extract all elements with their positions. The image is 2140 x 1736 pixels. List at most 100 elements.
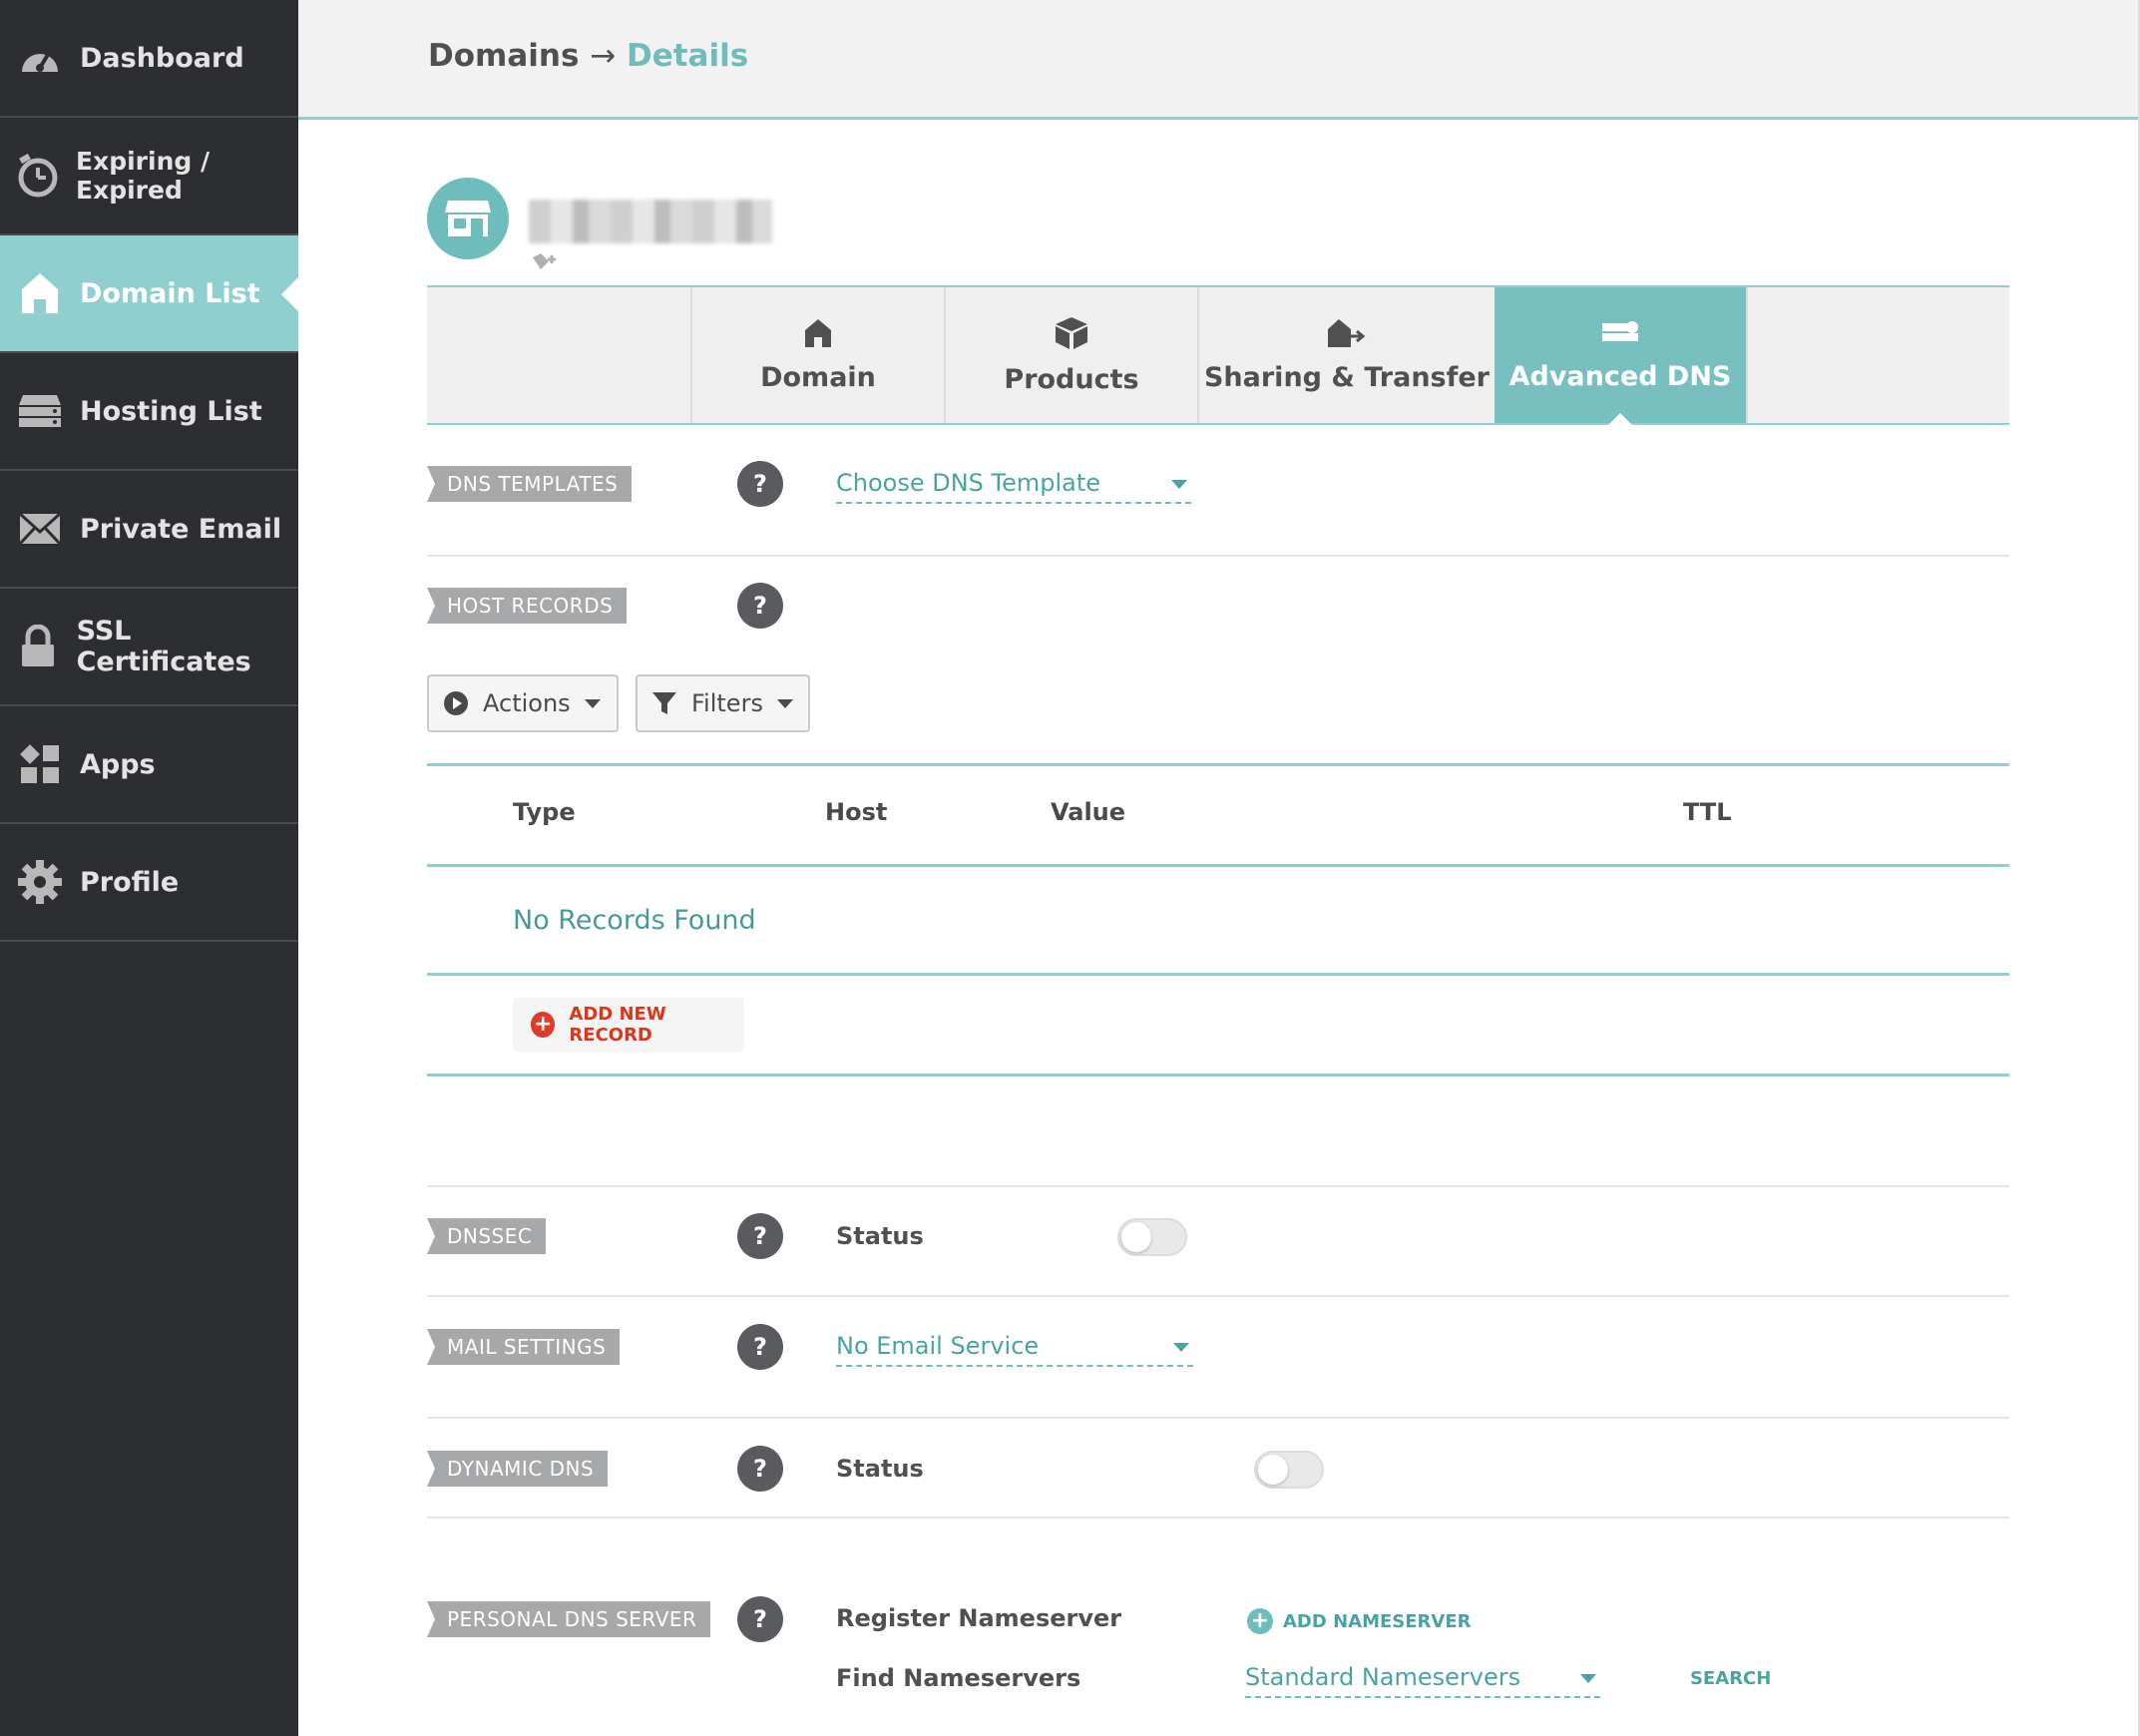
tab-divider (1746, 287, 1748, 423)
sidebar-item-private-email[interactable]: Private Email (0, 471, 298, 589)
section-label-mail-settings: MAIL SETTINGS (427, 1329, 621, 1365)
divider (427, 1185, 2009, 1187)
table-header-border (427, 864, 2009, 867)
play-circle-icon (444, 691, 468, 715)
house-arrow-icon (1328, 318, 1366, 347)
sidebar-item-dashboard[interactable]: Dashboard (0, 0, 298, 118)
find-nameservers-value: Standard Nameservers (1245, 1663, 1521, 1691)
help-personal-dns-button[interactable]: ? (737, 1596, 783, 1642)
home-icon (805, 318, 831, 347)
chevron-down-icon (1580, 1674, 1596, 1683)
domain-avatar (427, 178, 509, 259)
apps-grid-icon (16, 740, 64, 788)
main-content: Domain Products Sharing & Transfer Advan… (427, 0, 2009, 1736)
chevron-down-icon (776, 698, 793, 708)
add-nameserver-label: ADD NAMESERVER (1283, 1610, 1472, 1632)
domain-name-redacted (529, 200, 772, 243)
sidebar-item-profile[interactable]: Profile (0, 824, 298, 942)
section-label-dns-templates: DNS TEMPLATES (427, 466, 633, 502)
column-header-ttl: TTL (1683, 798, 1732, 826)
store-icon (445, 201, 491, 236)
tab-products[interactable]: Products (944, 287, 1197, 423)
table-body-border (427, 973, 2009, 976)
empty-state-text: No Records Found (513, 905, 756, 936)
sidebar-item-domain-list[interactable]: Domain List (0, 235, 298, 353)
dynamic-dns-status-label: Status (836, 1455, 924, 1483)
actions-label: Actions (483, 689, 571, 717)
sidebar-item-label: Hosting List (80, 395, 262, 427)
tab-domain[interactable]: Domain (690, 287, 944, 423)
tab-label: Sharing & Transfer (1203, 361, 1490, 393)
section-label-dynamic-dns: DYNAMIC DNS (427, 1451, 609, 1487)
server-icon (16, 387, 64, 435)
envelope-icon (16, 505, 64, 553)
divider (427, 1517, 2009, 1519)
register-nameserver-label: Register Nameserver (836, 1604, 1122, 1632)
domain-tabs: Domain Products Sharing & Transfer Advan… (427, 285, 2009, 425)
column-header-value: Value (1051, 798, 1126, 826)
actions-button[interactable]: Actions (427, 674, 619, 732)
tab-advanced-dns[interactable]: Advanced DNS (1495, 287, 1746, 425)
tab-label: Advanced DNS (1508, 360, 1732, 392)
help-dns-templates-button[interactable]: ? (737, 461, 783, 507)
sidebar-item-label: Apps (80, 748, 156, 780)
box-icon (1056, 316, 1087, 349)
column-header-host: Host (825, 798, 888, 826)
add-tag-icon[interactable] (531, 251, 559, 277)
add-new-record-label: ADD NEW RECORD (569, 1004, 666, 1046)
divider (427, 555, 2009, 557)
add-nameserver-button[interactable]: + ADD NAMESERVER (1247, 1608, 1472, 1634)
dynamic-dns-toggle[interactable] (1254, 1451, 1324, 1489)
divider (427, 1295, 2009, 1297)
filter-icon (652, 692, 676, 714)
sidebar-item-label: Domain List (80, 277, 260, 309)
tab-sharing-transfer[interactable]: Sharing & Transfer (1197, 287, 1495, 423)
sidebar-item-label: Profile (80, 866, 180, 898)
mail-settings-value: No Email Service (836, 1332, 1040, 1360)
table-bottom-border (427, 1074, 2009, 1077)
find-nameservers-select[interactable]: Standard Nameservers (1245, 1658, 1600, 1698)
column-header-type: Type (513, 798, 576, 826)
divider (427, 1417, 2009, 1419)
tab-label: Products (1004, 363, 1139, 395)
filters-button[interactable]: Filters (636, 674, 810, 732)
sidebar-item-label: SSL Certificates (76, 616, 251, 677)
help-dynamic-dns-button[interactable]: ? (737, 1446, 783, 1492)
dns-template-value: Choose DNS Template (836, 469, 1101, 497)
sidebar-item-label: Private Email (80, 513, 282, 545)
sidebar-item-hosting-list[interactable]: Hosting List (0, 353, 298, 471)
chevron-down-icon (1173, 1343, 1189, 1352)
speedometer-icon (16, 34, 64, 82)
plus-circle-icon: + (1247, 1608, 1273, 1634)
sidebar-item-ssl-certificates[interactable]: SSL Certificates (0, 589, 298, 706)
add-new-record-button[interactable]: + ADD NEW RECORD (513, 998, 744, 1052)
plus-circle-icon: + (531, 1012, 556, 1038)
sidebar-item-label: Expiring / Expired (76, 147, 211, 205)
gear-icon (16, 858, 64, 906)
search-button[interactable]: SEARCH (1690, 1668, 1771, 1689)
tab-label: Domain (760, 361, 876, 393)
dnssec-toggle[interactable] (1117, 1218, 1187, 1256)
mail-settings-select[interactable]: No Email Service (836, 1327, 1193, 1367)
section-label-dnssec: DNSSEC (427, 1218, 547, 1254)
chevron-down-icon (1171, 480, 1187, 489)
dnssec-status-label: Status (836, 1222, 924, 1250)
sidebar: Dashboard Expiring / Expired Domain List… (0, 0, 298, 1736)
dns-server-icon (1602, 320, 1638, 341)
toggle-knob (1121, 1222, 1151, 1252)
section-label-host-records: HOST RECORDS (427, 588, 628, 624)
sidebar-item-label: Dashboard (80, 42, 244, 74)
dns-template-select[interactable]: Choose DNS Template (836, 464, 1191, 504)
help-dnssec-button[interactable]: ? (737, 1213, 783, 1259)
find-nameservers-label: Find Nameservers (836, 1664, 1081, 1692)
home-icon (16, 269, 64, 317)
filters-label: Filters (691, 689, 763, 717)
toggle-knob (1258, 1455, 1288, 1485)
sidebar-item-expiring[interactable]: Expiring / Expired (0, 118, 298, 235)
help-host-records-button[interactable]: ? (737, 583, 783, 629)
chevron-down-icon (584, 698, 601, 708)
table-top-border (427, 763, 2009, 766)
help-mail-settings-button[interactable]: ? (737, 1324, 783, 1370)
timer-icon (16, 152, 60, 200)
sidebar-item-apps[interactable]: Apps (0, 706, 298, 824)
